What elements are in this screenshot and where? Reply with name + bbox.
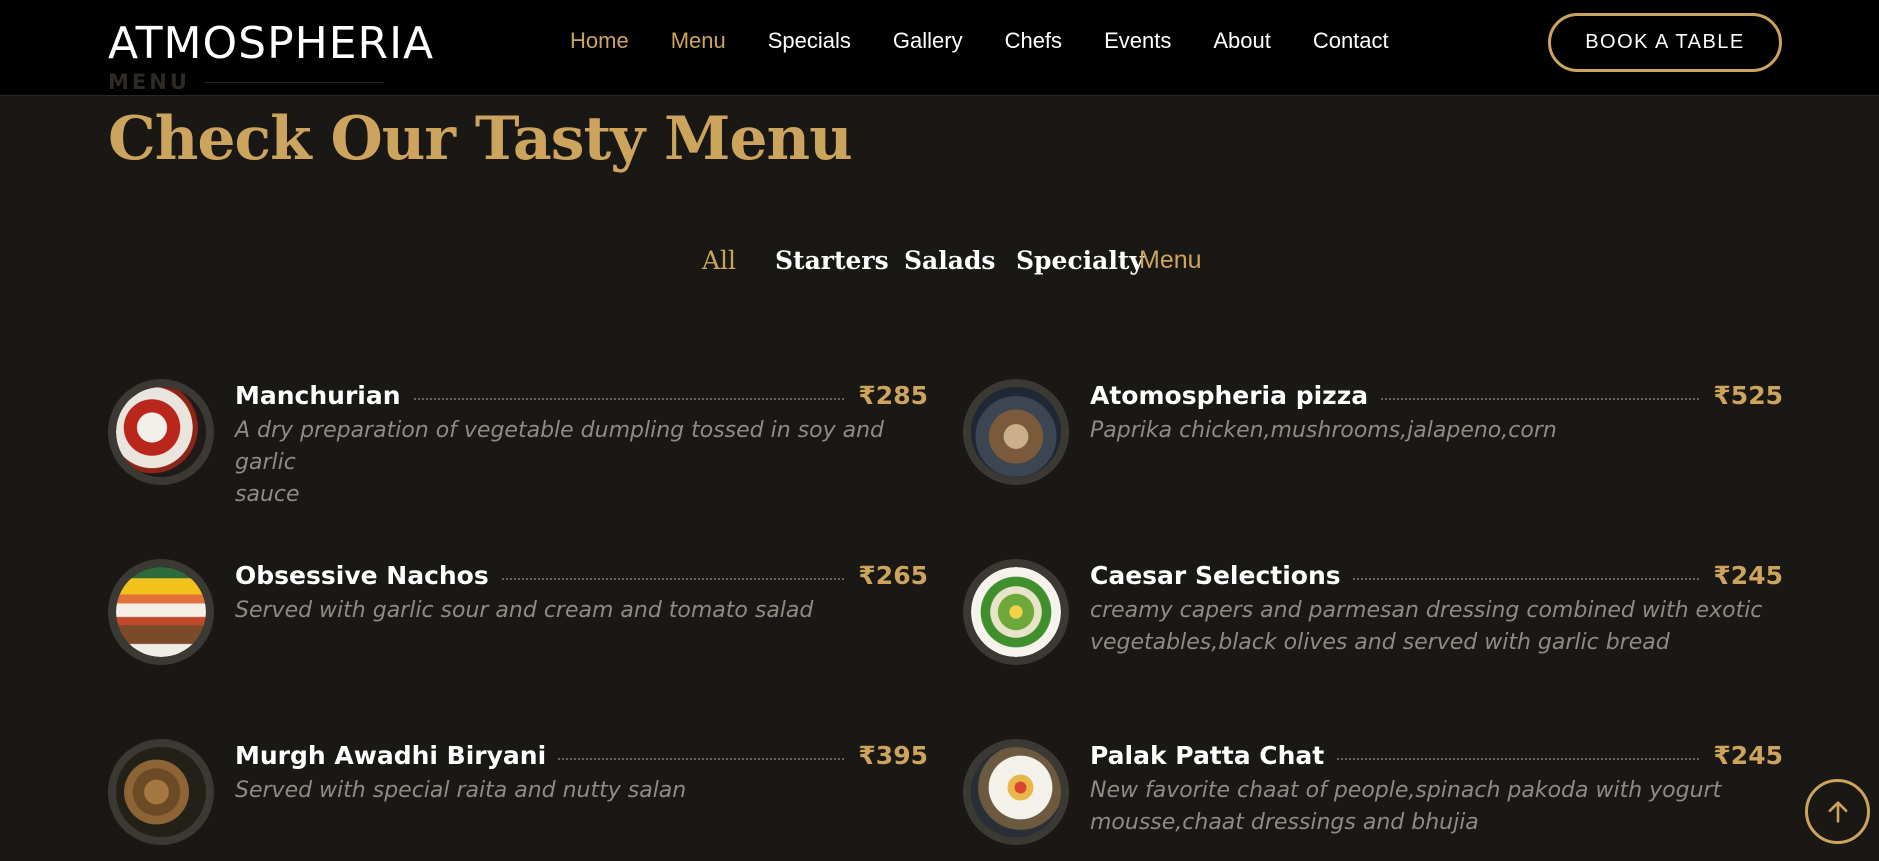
desc-line: mousse,chaat dressings and bhujia	[1090, 810, 1479, 835]
dish-description: creamy capers and parmesan dressing comb…	[1090, 595, 1762, 659]
nav-chefs[interactable]: Chefs	[1005, 28, 1062, 54]
section-tag-line	[203, 81, 384, 83]
page-title: Check Our Tasty Menu	[108, 104, 853, 174]
dish-description: Served with garlic sour and cream and to…	[235, 595, 813, 627]
desc-line: vegetables,black olives and served with …	[1090, 630, 1670, 655]
dish-description: New favorite chaat of people,spinach pak…	[1090, 775, 1721, 839]
dish-name: Murgh Awadhi Biryani	[235, 741, 559, 770]
dish-image	[108, 739, 214, 845]
dish-price: ₹285	[846, 381, 928, 410]
section-tag: MENU	[108, 70, 384, 94]
desc-line: Served with special raita and nutty sala…	[235, 778, 687, 803]
filter-specialty[interactable]: Specialty	[1016, 246, 1144, 275]
dish-price: ₹245	[1701, 741, 1783, 770]
dish-name: Atomospheria pizza	[1090, 381, 1381, 410]
dish-price: ₹525	[1701, 381, 1783, 410]
nav-gallery[interactable]: Gallery	[893, 28, 963, 54]
main-nav: Home Menu Specials Gallery Chefs Events …	[570, 28, 1431, 54]
dish-image	[963, 379, 1069, 485]
arrow-up-icon	[1828, 800, 1847, 823]
nav-home[interactable]: Home	[570, 28, 629, 54]
dish-image	[963, 739, 1069, 845]
menu-filters: All Starters Salads Specialty Menu	[0, 246, 1879, 286]
dish-name: Caesar Selections	[1090, 561, 1353, 590]
dish-price: ₹245	[1701, 561, 1783, 590]
desc-line: sauce	[235, 482, 300, 507]
filter-starters[interactable]: Starters	[775, 246, 889, 275]
book-table-button[interactable]: BOOK A TABLE	[1548, 13, 1782, 72]
nav-about[interactable]: About	[1213, 28, 1271, 54]
dish-price: ₹265	[846, 561, 928, 590]
desc-line: Paprika chicken,mushrooms,jalapeno,corn	[1090, 418, 1557, 443]
nav-specials[interactable]: Specials	[768, 28, 851, 54]
filter-salads[interactable]: Salads	[904, 246, 996, 275]
nav-menu[interactable]: Menu	[671, 28, 726, 54]
dish-description: A dry preparation of vegetable dumpling …	[235, 415, 928, 511]
desc-line: New favorite chaat of people,spinach pak…	[1090, 778, 1722, 803]
desc-line: Served with garlic sour and cream and to…	[235, 598, 814, 623]
dish-name: Obsessive Nachos	[235, 561, 501, 590]
dish-description: Paprika chicken,mushrooms,jalapeno,corn	[1090, 415, 1557, 447]
logo[interactable]: ATMOSPHERIA	[108, 18, 434, 69]
dish-image	[963, 559, 1069, 665]
dish-image	[108, 559, 214, 665]
dish-image	[108, 379, 214, 485]
section-tag-label: MENU	[108, 70, 190, 94]
dish-name: Manchurian	[235, 381, 413, 410]
dish-name: Palak Patta Chat	[1090, 741, 1337, 770]
dish-description: Served with special raita and nutty sala…	[235, 775, 686, 807]
dish-price: ₹395	[846, 741, 928, 770]
nav-events[interactable]: Events	[1104, 28, 1171, 54]
filter-all[interactable]: All	[702, 246, 736, 275]
filter-menu[interactable]: Menu	[1139, 246, 1202, 275]
back-to-top-button[interactable]	[1805, 779, 1870, 844]
desc-line: A dry preparation of vegetable dumpling …	[235, 418, 884, 475]
desc-line: creamy capers and parmesan dressing comb…	[1090, 598, 1763, 623]
nav-contact[interactable]: Contact	[1313, 28, 1389, 54]
